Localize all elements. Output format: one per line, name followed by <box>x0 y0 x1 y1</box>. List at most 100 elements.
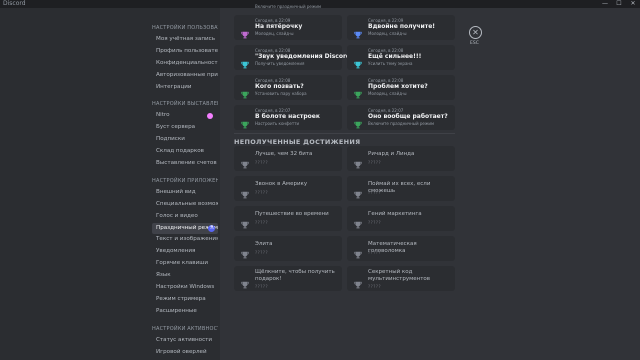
achievement-card[interactable]: Сегодня, в 22:08 "Звук уведомления Discor… <box>234 45 353 70</box>
settings-sidebar: НАСТРОЙКИ ПОЛЬЗОВАТЕ… Моя учётная запись… <box>0 8 220 360</box>
sidebar-item-language[interactable]: Язык <box>152 270 218 282</box>
achievement-hidden-desc: ????? <box>368 284 382 289</box>
partial-card-desc: Включите праздничный режим <box>255 4 322 9</box>
trophy-icon <box>241 84 249 99</box>
achievement-name: Оно вообще работает? <box>368 113 448 120</box>
achievement-card[interactable]: Сегодня, в 22:08 Ещё сильнее!!! Усилить те… <box>347 45 455 70</box>
achievement-card[interactable]: Сегодня, в 22:07 В болоте настроек Настрои… <box>234 105 342 130</box>
achievement-card[interactable]: Сегодня, в 22:07 Оно вообще работает? Вклю… <box>347 105 455 130</box>
minimize-button[interactable]: — <box>600 0 610 8</box>
achievement-desc: Молодец, слайд-ы <box>368 91 407 96</box>
achievement-hidden-desc: ????? <box>255 250 269 255</box>
locked-trophy-icon <box>354 274 362 289</box>
achievement-hidden-desc: ????? <box>255 220 269 225</box>
locked-achievement-card[interactable]: Ричард и Линда????? <box>347 146 455 171</box>
trophy-icon <box>354 54 362 69</box>
sidebar-item-text-images[interactable]: Текст и изображения <box>152 234 218 246</box>
locked-achievement-card[interactable]: Путешествие во времени????? <box>234 206 342 231</box>
maximize-button[interactable]: ☐ <box>614 0 624 8</box>
sidebar-item-appearance[interactable]: Внешний вид <box>152 187 218 199</box>
achievement-name: Элита <box>255 241 273 247</box>
locked-achievement-card[interactable]: Гений маркетинга????? <box>347 206 455 231</box>
achievement-hidden-desc: ????? <box>368 250 382 255</box>
achievement-desc: Молодец, слайд-ы <box>255 31 294 36</box>
achievement-card[interactable]: Сегодня, в 22:08 Проблем хотите? Молодец, … <box>347 75 455 100</box>
achievement-desc: Получить уведомления <box>255 61 305 66</box>
achievement-desc: Усилить тему экрана <box>368 61 413 66</box>
locked-trophy-icon <box>354 184 362 199</box>
locked-section-title: НЕПОЛУЧЕННЫЕ ДОСТИЖЕНИЯ <box>234 138 361 146</box>
trophy-icon <box>354 24 362 39</box>
achievement-card[interactable]: Сегодня, в 22:09 Вдвойне получите! Молодец… <box>347 15 455 40</box>
sidebar-item-accessibility[interactable]: Специальные возмож… <box>152 199 218 211</box>
achievement-desc: Настроить конфетти <box>255 121 300 126</box>
sidebar-item-authorized-apps[interactable]: Авторизованные прил… <box>152 70 218 82</box>
sidebar-item-game-overlay[interactable]: Игровой оверлей <box>152 347 218 359</box>
sidebar-item-windows-settings[interactable]: Настройки Windows <box>152 282 218 294</box>
locked-trophy-icon <box>241 154 249 169</box>
trophy-icon <box>354 114 362 129</box>
sidebar-item-integrations[interactable]: Интеграции <box>152 82 218 94</box>
sidebar-item-subscriptions[interactable]: Подписки <box>152 134 218 146</box>
sidebar-item-privacy[interactable]: Конфиденциальность <box>152 58 218 70</box>
achievement-desc: Включите праздничный режим <box>368 121 435 126</box>
sidebar-item-advanced[interactable]: Расширенные <box>152 306 218 318</box>
locked-trophy-icon <box>354 244 362 259</box>
sidebar-header-billing: НАСТРОЙКИ ВЫСТАВЛЕН… <box>152 101 218 108</box>
achievement-hidden-desc: ????? <box>255 160 269 165</box>
achievement-name: Лучше, чем 32 бита <box>255 151 313 157</box>
sidebar-header-activity: НАСТРОЙКИ АКТИВНОСТИ <box>152 325 218 332</box>
sidebar-item-activity-status[interactable]: Статус активности <box>152 335 218 347</box>
achievement-hidden-desc: ????? <box>255 190 269 195</box>
close-window-button[interactable]: ✕ <box>628 0 638 8</box>
sidebar-item-server-boost[interactable]: Буст сервера <box>152 122 218 134</box>
sidebar-item-voice-video[interactable]: Голос и видео <box>152 211 218 223</box>
locked-achievement-card[interactable]: Звонок в Америку????? <box>234 176 342 201</box>
esc-label: ESC <box>470 41 479 46</box>
sidebar-header-app: НАСТРОЙКИ ПРИЛОЖЕНИЯ <box>152 177 218 184</box>
achievement-card[interactable]: Сегодня, в 22:09 На пятёрочку Молодец, сла… <box>234 15 342 40</box>
locked-trophy-icon <box>241 274 249 289</box>
achievement-desc: Установить пару набора <box>255 91 307 96</box>
achievement-name: Ещё сильнее!!! <box>368 53 422 60</box>
sidebar-item-nitro[interactable]: Nitro <box>152 110 218 122</box>
achievement-desc: Молодец, слайд-ы <box>368 31 407 36</box>
sidebar-header-user: НАСТРОЙКИ ПОЛЬЗОВАТЕ… <box>152 25 218 31</box>
achievement-name: Кого позвать? <box>255 83 304 90</box>
locked-achievement-card[interactable]: Элита????? <box>234 236 342 261</box>
sidebar-item-keybinds[interactable]: Горячие клавиши <box>152 258 218 270</box>
achievement-name: Гений маркетинга <box>368 211 422 217</box>
achievement-name: На пятёрочку <box>255 23 303 30</box>
sidebar-item-user-profile[interactable]: Профиль пользователя <box>152 46 218 58</box>
achievement-hidden-desc: ????? <box>368 220 382 225</box>
achievement-name: Звонок в Америку <box>255 181 308 187</box>
sidebar-item-billing[interactable]: Выставление счетов <box>152 158 218 170</box>
section-divider <box>234 133 455 134</box>
sidebar-item-my-account[interactable]: Моя учётная запись <box>152 34 218 46</box>
sidebar-item-notifications[interactable]: Уведомления <box>152 246 218 258</box>
achievement-hidden-desc: ????? <box>368 160 382 165</box>
sidebar-item-label: Nitro <box>156 112 170 119</box>
locked-achievement-card[interactable]: Щёлкните, чтобы получить подарок!????? <box>234 266 342 291</box>
locked-trophy-icon <box>241 214 249 229</box>
trophy-icon <box>354 84 362 99</box>
locked-trophy-icon <box>354 214 362 229</box>
nitro-icon <box>207 113 213 120</box>
achievement-card[interactable]: Сегодня, в 22:08 Кого позвать? Установить … <box>234 75 342 100</box>
sidebar-item-holiday-mode[interactable]: Праздничный режим ⚗ <box>152 222 218 235</box>
locked-achievement-card[interactable]: Поймай их всех, если сможешь????? <box>347 176 455 201</box>
sidebar-item-streamer-mode[interactable]: Режим стримера <box>152 294 218 306</box>
achievement-name: Щёлкните, чтобы получить подарок! <box>255 269 335 282</box>
app-title: Discord <box>3 0 26 7</box>
locked-achievement-card[interactable]: Лучше, чем 32 бита????? <box>234 146 342 171</box>
locked-achievement-card[interactable]: Секретный код мультиинструментов????? <box>347 266 455 291</box>
locked-trophy-icon <box>241 244 249 259</box>
sidebar-item-gift-inventory[interactable]: Склад подарков <box>152 146 218 158</box>
locked-achievement-card[interactable]: Математическая головоломка????? <box>347 236 455 261</box>
achievement-name: "Звук уведомления Discord" <box>255 53 354 60</box>
flask-icon: ⚗ <box>208 224 215 232</box>
achievement-name: Вдвойне получите! <box>368 23 436 30</box>
achievement-name: Проблем хотите? <box>368 83 428 90</box>
close-settings-button[interactable]: ✕ <box>469 26 482 39</box>
locked-trophy-icon <box>354 154 362 169</box>
